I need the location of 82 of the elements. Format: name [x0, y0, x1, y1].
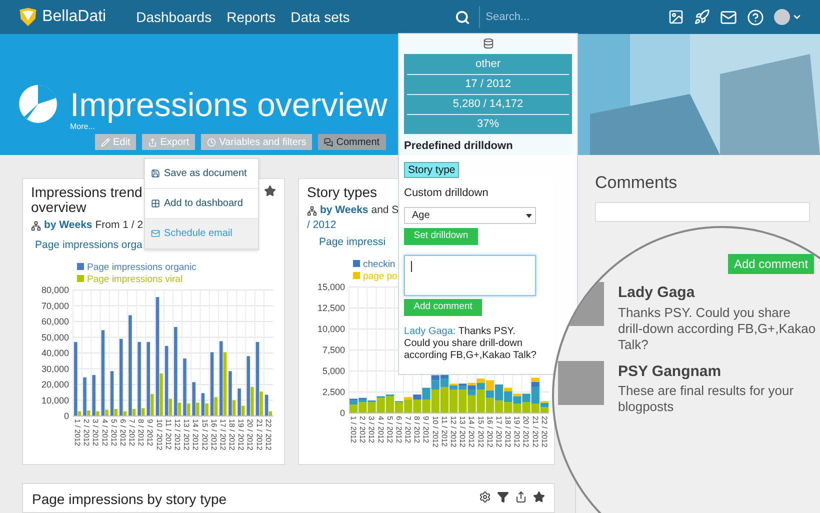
- hierarchy-icon: [307, 206, 317, 216]
- axis-label: 60,000: [41, 316, 69, 326]
- comment-author: Lady Gaga: [618, 283, 696, 303]
- mail-icon: [151, 229, 160, 238]
- image-icon[interactable]: [668, 9, 684, 25]
- mail-icon[interactable]: [720, 8, 737, 26]
- legend-swatch: [77, 274, 84, 282]
- axis-label: 20,000: [41, 379, 69, 389]
- avatar-placeholder: [558, 360, 604, 404]
- axis-label: 10,000: [317, 324, 345, 334]
- axis-label: 50,000: [41, 332, 69, 342]
- save-icon: [151, 169, 160, 178]
- axis-label: 12,500: [317, 302, 345, 312]
- help-icon[interactable]: [747, 8, 764, 26]
- section-label: Predefined drilldown: [404, 139, 514, 154]
- pencil-icon: [101, 138, 110, 146]
- subtitle-text: / 2012: [307, 218, 338, 231]
- chart-bar: [504, 402, 512, 412]
- filter-icon[interactable]: [497, 491, 509, 503]
- toolbar-button[interactable]: Comment: [318, 134, 386, 150]
- settings-icon[interactable]: [479, 491, 491, 503]
- nav-link[interactable]: Dashboards: [136, 6, 212, 28]
- avatar-placeholder[interactable]: [774, 9, 790, 25]
- comment-text: Lady Gaga: Thanks PSY. Could you share drill-down according FB,G+,Kakao Talk?: [404, 326, 538, 362]
- card-title: overview: [31, 200, 86, 215]
- menu-item[interactable]: Save as document: [145, 159, 258, 189]
- axis-label: 15,000: [317, 282, 345, 292]
- report-title: Impressions overview: [70, 88, 388, 120]
- drilldown-select[interactable]: Age: [404, 207, 536, 224]
- card-title: Page impressions by story type: [32, 490, 227, 509]
- axis-label: 0: [64, 410, 69, 420]
- text-cursor: [411, 261, 412, 272]
- favorite-star-icon[interactable]: [264, 185, 276, 197]
- drilldown-link[interactable]: by Weeks: [320, 203, 368, 219]
- logo-icon[interactable]: [18, 6, 38, 28]
- nav-link[interactable]: Data sets: [290, 6, 350, 28]
- drilldown-link[interactable]: by Weeks: [44, 218, 92, 234]
- axis-label: 5,000: [322, 366, 345, 376]
- drilldown-option[interactable]: Story type: [404, 162, 460, 178]
- legend-swatch: [353, 272, 360, 278]
- comment-text: These are final results for your blogposts: [618, 383, 795, 415]
- comment-input[interactable]: [595, 202, 810, 222]
- share-icon: [148, 138, 158, 146]
- axis-label: 7,500: [322, 344, 345, 354]
- chevron-down-icon[interactable]: [792, 12, 802, 22]
- search-icon[interactable]: [454, 10, 470, 24]
- hierarchy-icon: [31, 220, 41, 231]
- axis-label: 30,000: [41, 363, 69, 374]
- chat-icon: [324, 138, 334, 146]
- legend-swatch: [353, 260, 360, 266]
- panel-title: Comments: [595, 172, 678, 194]
- axis-label: 70,000: [41, 300, 69, 310]
- info-row-text: other: [474, 56, 502, 72]
- clock-icon: [207, 138, 216, 146]
- grid-icon: [151, 199, 160, 208]
- legend-swatch: [77, 262, 84, 270]
- legend-label[interactable]: checkin: [363, 258, 396, 270]
- subtitle-text: From 1 / 2: [95, 218, 144, 233]
- subtitle-text: and S: [371, 203, 399, 218]
- info-row: 17 / 2012: [407, 74, 569, 94]
- pie-logo-icon: [18, 84, 58, 124]
- nav-link[interactable]: Reports: [226, 6, 276, 28]
- axis-label: 2,500: [322, 386, 345, 396]
- axis-label: 40,000: [41, 348, 69, 358]
- card-title: Story types: [307, 185, 378, 200]
- brand-name[interactable]: BellaDati: [42, 5, 106, 29]
- card-title: Impressions trend: [31, 185, 142, 200]
- axis-label: 80,000: [41, 284, 69, 294]
- info-row: 37%: [407, 114, 569, 134]
- favorite-star-icon[interactable]: [533, 491, 545, 503]
- database-icon: [482, 38, 494, 49]
- info-row: 5,280 / 14,172: [407, 94, 569, 114]
- search-field[interactable]: Search...: [486, 8, 668, 26]
- comment-author: PSY Gangnam: [618, 362, 722, 382]
- legend-label[interactable]: Page impressions organic: [87, 262, 196, 272]
- share-icon[interactable]: [515, 491, 527, 503]
- dropdown-arrow-icon: [526, 214, 532, 218]
- axis-label: 10,000: [41, 394, 69, 405]
- rocket-icon[interactable]: [694, 9, 710, 25]
- section-label: Custom drilldown: [404, 186, 490, 200]
- comment-text: Thanks PSY. Could you share drill-down according FB,G+,Kakao Talk?: [618, 304, 816, 352]
- axis-label: 0: [340, 408, 345, 418]
